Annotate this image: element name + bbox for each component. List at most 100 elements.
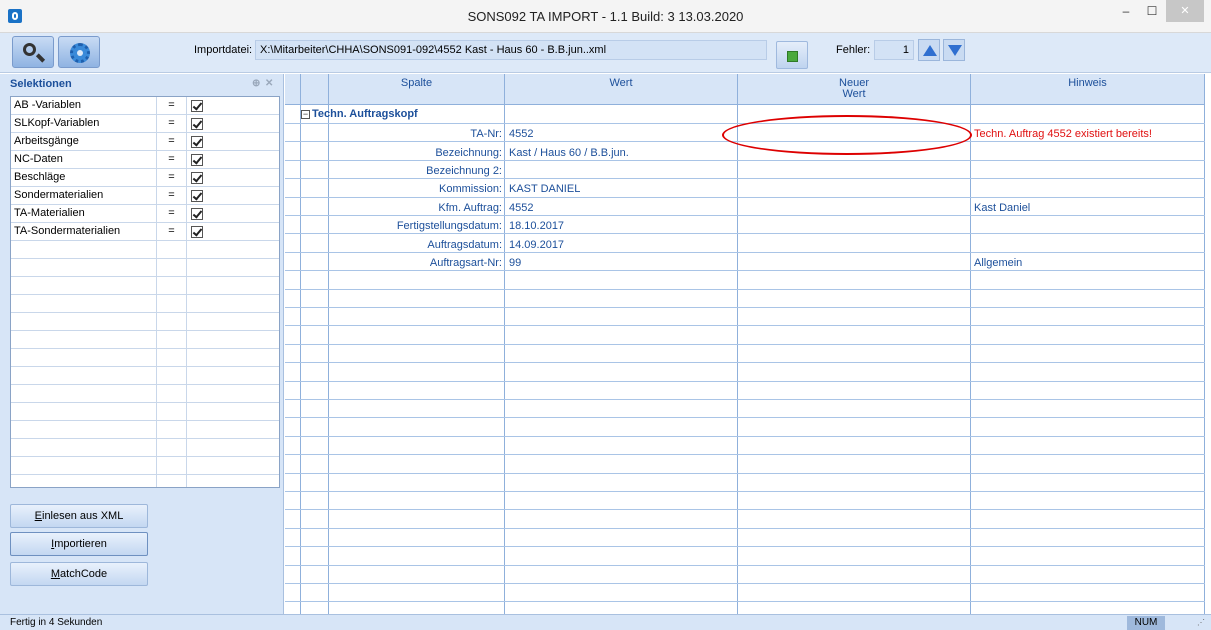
row-value[interactable]: 99	[509, 257, 521, 269]
selection-checkbox[interactable]	[191, 118, 203, 130]
selection-empty-cell	[11, 259, 157, 277]
selection-empty-cell	[11, 367, 157, 385]
row-value[interactable]: Kast / Haus 60 / B.B.jun.	[509, 147, 629, 159]
selection-name: TA-Sondermaterialien	[11, 223, 157, 241]
selection-row[interactable]: Beschläge =	[11, 169, 279, 187]
previous-error-button[interactable]	[918, 39, 940, 61]
selection-empty-row	[11, 331, 279, 349]
import-file-button[interactable]	[776, 41, 808, 69]
row-value[interactable]: 18.10.2017	[509, 220, 564, 232]
grid-row-line	[285, 344, 1205, 345]
window-title: SONS092 TA IMPORT - 1.1 Build: 3 13.03.2…	[467, 9, 744, 24]
grid-row-line	[285, 270, 1205, 271]
row-value[interactable]: 4552	[509, 128, 533, 140]
grid-row-line	[285, 215, 1205, 216]
grid-row-line	[285, 546, 1205, 547]
selection-checkbox[interactable]	[191, 154, 203, 166]
grid-row-line	[285, 325, 1205, 326]
selection-checkbox[interactable]	[191, 172, 203, 184]
selections-grid: AB -Variablen = SLKopf-Variablen = Arbei…	[10, 96, 280, 488]
selection-empty-row	[11, 385, 279, 403]
grid-divider	[300, 105, 301, 614]
pin-icon[interactable]: ⊕	[252, 78, 260, 89]
selection-empty-cell	[157, 385, 187, 403]
selection-checkbox[interactable]	[191, 100, 203, 112]
grid-row-line	[285, 436, 1205, 437]
grid-row-line	[285, 528, 1205, 529]
selection-empty-row	[11, 421, 279, 439]
selection-empty-cell	[11, 241, 157, 259]
selection-empty-cell	[157, 349, 187, 367]
selection-empty-cell	[157, 241, 187, 259]
download-icon	[787, 51, 798, 62]
row-label: Fertigstellungsdatum:	[396, 220, 502, 232]
column-header-neuer-wert[interactable]: Neuer Wert	[738, 74, 971, 105]
selection-row[interactable]: TA-Sondermaterialien =	[11, 223, 279, 241]
grid-row-line	[285, 252, 1205, 253]
selection-name: AB -Variablen	[11, 97, 157, 115]
grid-divider	[1204, 105, 1205, 614]
import-file-field[interactable]: X:\Mitarbeiter\CHHA\SONS091-092\4552 Kas…	[255, 40, 767, 60]
arrow-up-icon	[923, 45, 937, 56]
selection-checkbox[interactable]	[191, 208, 203, 220]
annotation-ellipse	[722, 115, 972, 155]
row-label: Bezeichnung:	[435, 147, 502, 159]
row-value[interactable]: KAST DANIEL	[509, 183, 580, 195]
selection-empty-cell	[11, 421, 157, 439]
row-label: TA-Nr:	[470, 128, 502, 140]
search-icon	[23, 43, 36, 56]
import-grid: Spalte Wert Neuer Wert Hinweis − Techn. A…	[285, 74, 1211, 614]
selection-empty-cell	[157, 439, 187, 457]
selection-empty-cell	[11, 475, 157, 487]
search-button[interactable]	[12, 36, 54, 68]
collapse-icon[interactable]: −	[301, 110, 310, 119]
num-lock-indicator: NUM	[1127, 616, 1165, 630]
grid-divider	[328, 105, 329, 614]
column-header-wert[interactable]: Wert	[505, 74, 738, 105]
settings-button[interactable]	[58, 36, 100, 68]
grid-row-line	[285, 307, 1205, 308]
selection-checkbox[interactable]	[191, 136, 203, 148]
group-row[interactable]: − Techn. Auftragskopf	[301, 108, 418, 120]
row-label: Kommission:	[439, 183, 502, 195]
selection-row[interactable]: TA-Materialien =	[11, 205, 279, 223]
column-header-spalte[interactable]: Spalte	[329, 74, 505, 105]
minimize-button[interactable]: –	[1113, 0, 1139, 22]
selection-empty-row	[11, 277, 279, 295]
grid-row-line	[285, 178, 1205, 179]
column-header-hinweis[interactable]: Hinweis	[971, 74, 1205, 105]
neuer-wert-line2: Wert	[842, 88, 866, 100]
grid-divider	[970, 105, 971, 614]
matchcode-button[interactable]: MatchCode	[10, 562, 148, 586]
grid-divider	[737, 105, 738, 614]
resize-grip-icon[interactable]: ⋰	[1197, 618, 1205, 627]
selection-row[interactable]: AB -Variablen =	[11, 97, 279, 115]
selection-empty-row	[11, 403, 279, 421]
selection-row[interactable]: Arbeitsgänge =	[11, 133, 279, 151]
selection-operator: =	[157, 151, 187, 169]
row-value[interactable]: 4552	[509, 202, 533, 214]
selection-row[interactable]: NC-Daten =	[11, 151, 279, 169]
selection-empty-row	[11, 241, 279, 259]
error-count-label: Fehler:	[836, 44, 871, 56]
row-hint: Allgemein	[974, 257, 1023, 269]
panel-close-icon[interactable]: ✕	[265, 78, 273, 89]
read-xml-hotkey: E	[34, 510, 42, 522]
next-error-button[interactable]	[943, 39, 965, 61]
maximize-button[interactable]: ☐	[1139, 0, 1165, 22]
import-button[interactable]: Importieren	[10, 532, 148, 556]
grid-row-line	[285, 565, 1205, 566]
selection-name: NC-Daten	[11, 151, 157, 169]
selection-empty-cell	[11, 331, 157, 349]
selection-row[interactable]: SLKopf-Variablen =	[11, 115, 279, 133]
selection-checkbox[interactable]	[191, 190, 203, 202]
close-button[interactable]: ✕	[1166, 0, 1204, 22]
selection-row[interactable]: Sondermaterialien =	[11, 187, 279, 205]
grid-divider	[504, 105, 505, 614]
row-value[interactable]: 14.09.2017	[509, 239, 564, 251]
grid-row-line	[285, 399, 1205, 400]
grid-row-line	[285, 417, 1205, 418]
read-xml-button[interactable]: Einlesen aus XML	[10, 504, 148, 528]
selection-checkbox[interactable]	[191, 226, 203, 238]
selection-empty-cell	[11, 277, 157, 295]
